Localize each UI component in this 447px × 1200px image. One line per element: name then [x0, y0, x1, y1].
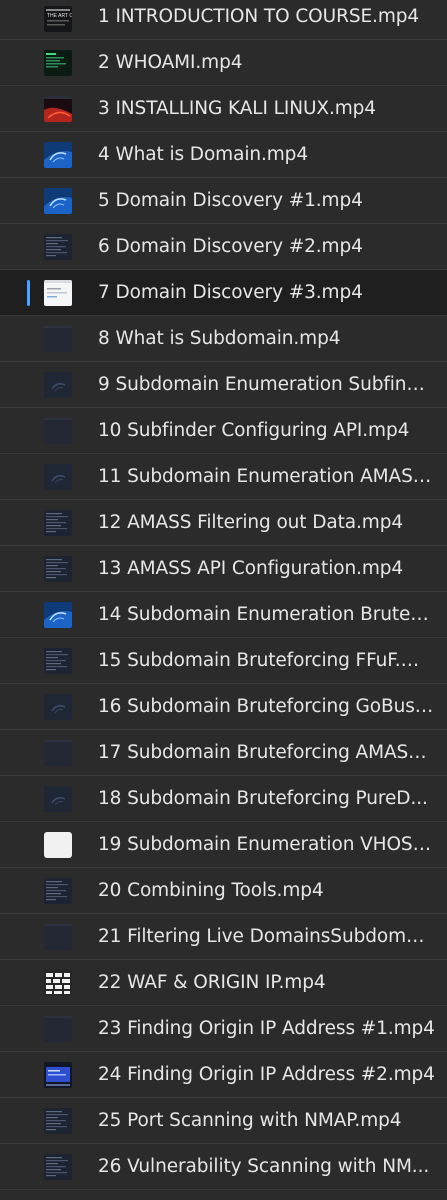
video-thumbnail [44, 555, 72, 582]
video-thumbnail [44, 463, 72, 490]
video-title: 11 Subdomain Enumeration AMASS... [98, 466, 435, 487]
playlist-item[interactable]: 16 Subdomain Bruteforcing GoBust... [0, 684, 447, 730]
playlist-item[interactable]: 25 Port Scanning with NMAP.mp4 [0, 1098, 447, 1144]
video-thumbnail [44, 739, 72, 766]
video-thumbnail [44, 233, 72, 260]
playlist-item[interactable]: 11 Subdomain Enumeration AMASS... [0, 454, 447, 500]
video-title: 23 Finding Origin IP Address #1.mp4 [98, 1018, 435, 1039]
video-playlist: THE ART O 1 INTRODUCTION TO COURSE.mp4 2… [0, 0, 447, 1200]
video-title: 4 What is Domain.mp4 [98, 144, 309, 165]
video-title: 9 Subdomain Enumeration Subfinde... [98, 374, 435, 395]
playlist-item[interactable]: 18 Subdomain Bruteforcing PureD... [0, 776, 447, 822]
video-thumbnail [44, 187, 72, 214]
video-title: 19 Subdomain Enumeration VHOST... [98, 834, 435, 855]
video-thumbnail [44, 1061, 72, 1088]
video-thumbnail [44, 417, 72, 444]
video-thumbnail [44, 1107, 72, 1134]
video-title: 1 INTRODUCTION TO COURSE.mp4 [98, 6, 420, 27]
video-thumbnail [44, 877, 72, 904]
video-thumbnail [44, 371, 72, 398]
video-title: 25 Port Scanning with NMAP.mp4 [98, 1110, 402, 1131]
playlist-item[interactable]: 19 Subdomain Enumeration VHOST... [0, 822, 447, 868]
video-thumbnail [44, 923, 72, 950]
playlist-item[interactable]: 13 AMASS API Configuration.mp4 [0, 546, 447, 592]
video-thumbnail [44, 509, 72, 536]
video-title: 3 INSTALLING KALI LINUX.mp4 [98, 98, 376, 119]
video-thumbnail [44, 601, 72, 628]
video-thumbnail [44, 279, 72, 306]
video-title: 14 Subdomain Enumeration Brutefo... [98, 604, 435, 625]
video-thumbnail [44, 49, 72, 76]
playlist-item[interactable]: 3 INSTALLING KALI LINUX.mp4 [0, 86, 447, 132]
video-title: 20 Combining Tools.mp4 [98, 880, 324, 901]
video-title: 24 Finding Origin IP Address #2.mp4 [98, 1064, 435, 1085]
playlist-item[interactable]: 8 What is Subdomain.mp4 [0, 316, 447, 362]
playlist-item[interactable]: 20 Combining Tools.mp4 [0, 868, 447, 914]
video-title: 2 WHOAMI.mp4 [98, 52, 243, 73]
video-title: 15 Subdomain Bruteforcing FFuF.m... [98, 650, 435, 671]
playlist-item[interactable]: 24 Finding Origin IP Address #2.mp4 [0, 1052, 447, 1098]
playlist-item[interactable]: 5 Domain Discovery #1.mp4 [0, 178, 447, 224]
video-title: 7 Domain Discovery #3.mp4 [98, 282, 363, 303]
video-title: 16 Subdomain Bruteforcing GoBust... [98, 696, 435, 717]
playlist-item[interactable]: 26 Vulnerability Scanning with NM... [0, 1144, 447, 1190]
video-thumbnail [44, 831, 72, 858]
video-title: 10 Subfinder Configuring API.mp4 [98, 420, 410, 441]
video-thumbnail [44, 647, 72, 674]
video-thumbnail [44, 1015, 72, 1042]
video-title: 8 What is Subdomain.mp4 [98, 328, 341, 349]
video-thumbnail [44, 693, 72, 720]
video-title: 13 AMASS API Configuration.mp4 [98, 558, 404, 579]
video-title: 12 AMASS Filtering out Data.mp4 [98, 512, 404, 533]
playlist-item[interactable]: 10 Subfinder Configuring API.mp4 [0, 408, 447, 454]
playlist-item[interactable]: 21 Filtering Live DomainsSubdomai... [0, 914, 447, 960]
video-title: 18 Subdomain Bruteforcing PureD... [98, 788, 428, 809]
video-thumbnail [44, 95, 72, 122]
video-title: 26 Vulnerability Scanning with NM... [98, 1156, 430, 1177]
svg-text:THE ART O: THE ART O [47, 13, 72, 19]
video-title: 22 WAF & ORIGIN IP.mp4 [98, 972, 326, 993]
playlist-item[interactable]: 6 Domain Discovery #2.mp4 [0, 224, 447, 270]
video-thumbnail [44, 785, 72, 812]
playlist-item[interactable]: 22 WAF & ORIGIN IP.mp4 [0, 960, 447, 1006]
video-thumbnail [44, 325, 72, 352]
video-thumbnail [44, 1153, 72, 1180]
playlist-item[interactable]: 7 Domain Discovery #3.mp4 [0, 270, 447, 316]
playlist-item[interactable]: 4 What is Domain.mp4 [0, 132, 447, 178]
video-title: 21 Filtering Live DomainsSubdomai... [98, 926, 435, 947]
video-thumbnail: THE ART O [44, 6, 72, 32]
playlist-item[interactable]: THE ART O 1 INTRODUCTION TO COURSE.mp4 [0, 0, 447, 40]
video-title: 5 Domain Discovery #1.mp4 [98, 190, 363, 211]
video-title: 6 Domain Discovery #2.mp4 [98, 236, 363, 257]
playlist-item[interactable]: 14 Subdomain Enumeration Brutefo... [0, 592, 447, 638]
video-title: 17 Subdomain Bruteforcing AMASS... [98, 742, 435, 763]
video-thumbnail [44, 141, 72, 168]
playlist-item[interactable]: 15 Subdomain Bruteforcing FFuF.m... [0, 638, 447, 684]
playlist-item[interactable]: 9 Subdomain Enumeration Subfinde... [0, 362, 447, 408]
playlist-item[interactable]: 12 AMASS Filtering out Data.mp4 [0, 500, 447, 546]
playlist-item[interactable]: 17 Subdomain Bruteforcing AMASS... [0, 730, 447, 776]
playlist-item[interactable]: 2 WHOAMI.mp4 [0, 40, 447, 86]
video-thumbnail [44, 969, 72, 996]
playlist-item[interactable]: 27 Port Scanning with NMAP.mp4 [0, 1190, 447, 1200]
playlist-item[interactable]: 23 Finding Origin IP Address #1.mp4 [0, 1006, 447, 1052]
